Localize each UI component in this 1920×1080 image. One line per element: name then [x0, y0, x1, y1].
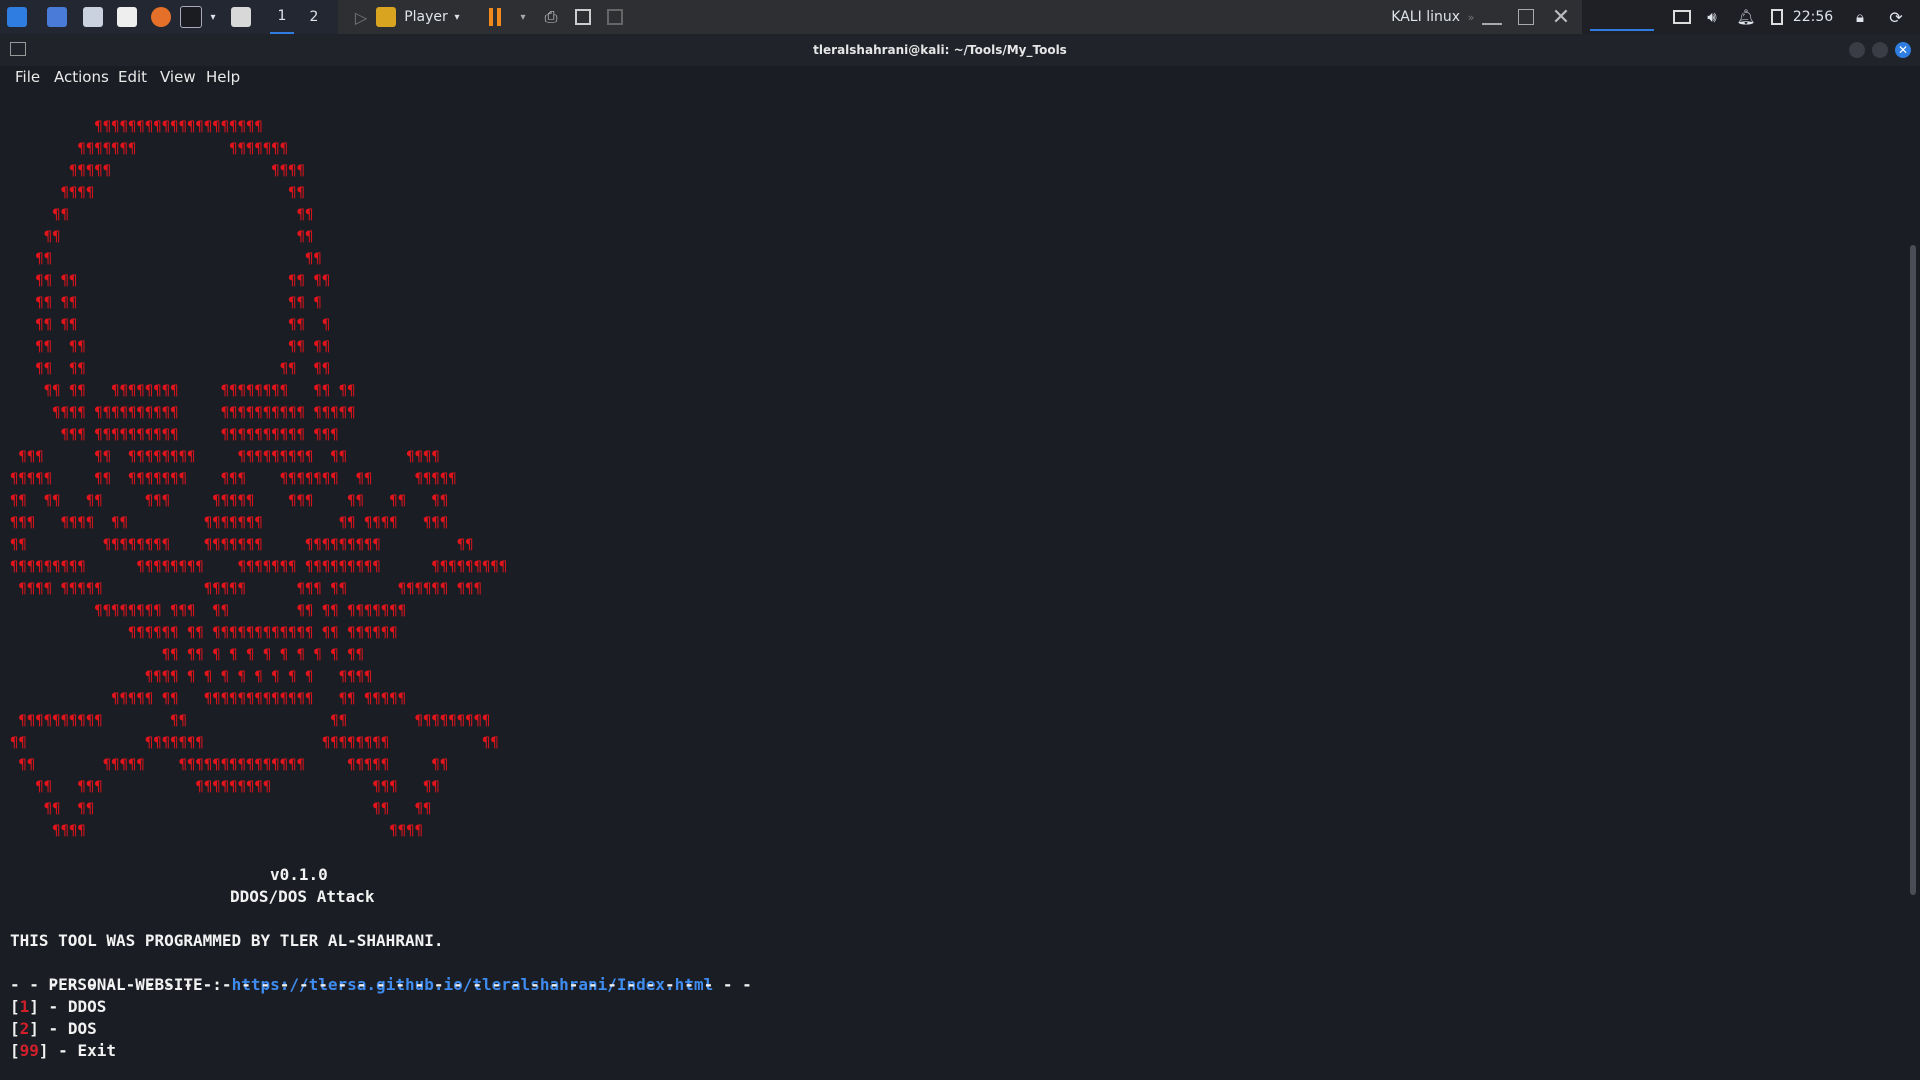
power-icon[interactable]: ⟳	[1884, 0, 1908, 34]
player-menu-icon[interactable]: ▷	[348, 0, 374, 34]
lock-icon[interactable]: 🔒︎	[1848, 0, 1872, 34]
separator: - - - - - - - - - - - - - - - - - - - - …	[10, 975, 752, 994]
option-ddos[interactable]: [1] - DDOS	[10, 996, 106, 1018]
unity-icon[interactable]	[602, 0, 628, 34]
player-logo-icon[interactable]	[374, 0, 398, 34]
chevron-down-icon[interactable]: ▾	[450, 0, 464, 34]
vm-player-toolbar: ▷ Player ▾ ▾ ⎙ KALI linux » ✕	[338, 0, 1582, 34]
terminal-output[interactable]: ¶¶¶¶¶¶¶¶¶¶¶¶¶¶¶¶¶¶¶¶ ¶¶¶¶¶¶¶ ¶¶¶¶¶¶¶ ¶¶¶…	[0, 90, 1920, 1080]
close-icon[interactable]: ✕	[1546, 0, 1576, 34]
author-line: THIS TOOL WAS PROGRAMMED BY TLER AL-SHAH…	[10, 931, 444, 950]
close-button[interactable]: ✕	[1895, 42, 1911, 58]
window-title: tleralshahrani@kali: ~/Tools/My_Tools	[813, 43, 1067, 57]
cpu-graph-icon	[1588, 0, 1656, 34]
option-label: ] - Exit	[38, 1041, 116, 1060]
restore-icon[interactable]	[1512, 0, 1540, 34]
option-exit[interactable]: [99] - Exit	[10, 1040, 116, 1062]
firefox-icon[interactable]	[148, 0, 174, 34]
menu-edit[interactable]: Edit	[118, 68, 147, 86]
option-dos[interactable]: [2] - DOS	[10, 1018, 97, 1040]
volume-icon[interactable]: 🔊︎	[1700, 0, 1724, 34]
pause-icon[interactable]	[486, 0, 504, 34]
chevron-down-icon[interactable]: ▾	[206, 0, 220, 34]
option-number: 99	[19, 1041, 39, 1060]
chevron-down-icon[interactable]: ▾	[516, 0, 530, 34]
workspace-2[interactable]: 2	[302, 0, 326, 34]
taskbar: ▾ 1 2 ▷ Player ▾ ▾ ⎙ KALI linux » ✕ 🔊︎ 🔔…	[0, 0, 1920, 34]
bell-icon[interactable]: 🔔︎	[1734, 0, 1758, 34]
minimize-button[interactable]	[1849, 42, 1865, 58]
terminal-icon[interactable]	[178, 0, 204, 34]
kali-menu-icon[interactable]	[4, 0, 30, 34]
display-icon[interactable]	[1670, 0, 1694, 34]
menu-file[interactable]: File	[15, 68, 40, 86]
version-label: v0.1.0	[270, 865, 328, 884]
option-label: ] - DDOS	[29, 997, 107, 1016]
menu-actions[interactable]: Actions	[54, 68, 109, 86]
menu-help[interactable]: Help	[206, 68, 240, 86]
send-keys-icon[interactable]: ⎙	[538, 0, 564, 34]
file-manager-icon[interactable]	[80, 0, 106, 34]
text-editor-icon[interactable]	[114, 0, 140, 34]
workspace-1[interactable]: 1	[270, 0, 294, 34]
vm-name: KALI linux	[1391, 9, 1460, 25]
tool-subtitle: DDOS/DOS Attack	[230, 887, 375, 906]
system-tray: 🔊︎ 🔔︎ 22:56 🔒︎ ⟳	[1582, 0, 1920, 34]
scrollbar[interactable]	[1910, 245, 1916, 895]
terminal-titlebar: tleralshahrani@kali: ~/Tools/My_Tools ✕	[0, 34, 1920, 66]
desktop-icon[interactable]	[44, 0, 70, 34]
skull-ascii-art: ¶¶¶¶¶¶¶¶¶¶¶¶¶¶¶¶¶¶¶¶ ¶¶¶¶¶¶¶ ¶¶¶¶¶¶¶ ¶¶¶…	[10, 119, 508, 839]
minimize-icon[interactable]	[1478, 0, 1506, 34]
option-label: ] - DOS	[29, 1019, 97, 1038]
clock[interactable]: 22:56	[1790, 0, 1836, 34]
player-menu[interactable]: Player	[402, 0, 450, 34]
maximize-button[interactable]	[1872, 42, 1888, 58]
app-icon[interactable]	[228, 0, 254, 34]
option-number: 1	[19, 997, 30, 1016]
battery-icon[interactable]	[1768, 0, 1786, 34]
option-number: 2	[19, 1019, 30, 1038]
menu-view[interactable]: View	[160, 68, 196, 86]
menu-bar: File Actions Edit View Help	[0, 66, 1920, 90]
fullscreen-icon[interactable]	[570, 0, 596, 34]
